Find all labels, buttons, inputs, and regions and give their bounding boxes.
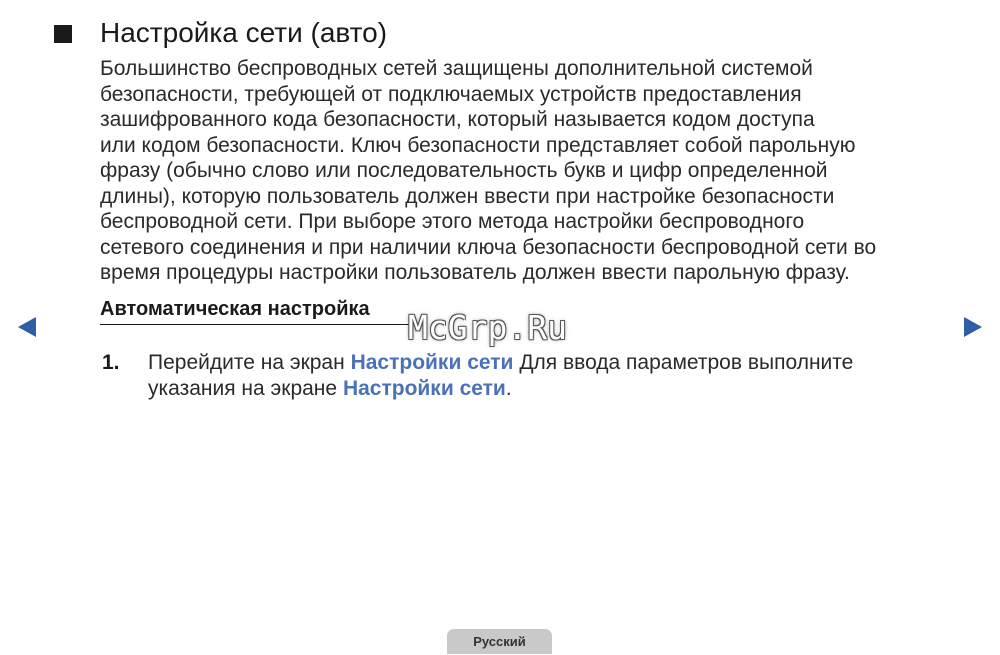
intro-line: сетевого соединения и при наличии ключа …	[100, 235, 877, 259]
triangle-left-icon[interactable]	[18, 317, 36, 337]
watermark-text: McGrp.Ru	[408, 308, 567, 347]
step-text-part: Для ввода параметров выполните	[519, 351, 854, 374]
intro-line: время процедуры настройки пользователь д…	[100, 261, 850, 284]
step-text: Перейдите на экран Настройки сети Для вв…	[148, 350, 968, 402]
step-text-part: Перейдите на экран	[148, 351, 345, 374]
step-line-2: указания на экране Настройки сети.	[148, 376, 968, 402]
intro-line: зашифрованного кода безопасности, которы…	[100, 108, 815, 131]
intro-line: безопасности, требующей от подключаемых …	[100, 82, 802, 106]
step-line-1: Перейдите на экран Настройки сети Для вв…	[148, 350, 968, 376]
subheading-underline	[100, 324, 418, 325]
step-text-part: указания на экране	[148, 377, 338, 400]
step-text-part: .	[505, 377, 512, 400]
heading-square-icon	[54, 25, 72, 43]
intro-line: фразу (обычно слово или последовательнос…	[100, 159, 828, 182]
intro-line: Большинство беспроводных сетей защищены …	[100, 57, 813, 80]
section-subheading: Автоматическая настройка	[100, 298, 370, 320]
intro-line: беспроводной сети. При выборе этого мето…	[100, 210, 805, 233]
intro-line: или кодом безопасности. Ключ безопасност…	[100, 133, 856, 157]
network-settings-link[interactable]: Настройки сети	[351, 351, 514, 374]
intro-line: длины), которую пользователь должен ввес…	[100, 184, 835, 208]
step-number: 1.	[102, 351, 120, 374]
language-tab[interactable]: Русский	[447, 629, 552, 654]
page-title: Настройка сети (авто)	[100, 17, 388, 48]
network-settings-link[interactable]: Настройки сети	[343, 377, 506, 400]
triangle-right-icon[interactable]	[964, 317, 982, 337]
intro-paragraph: Большинство беспроводных сетей защищены …	[100, 56, 960, 286]
